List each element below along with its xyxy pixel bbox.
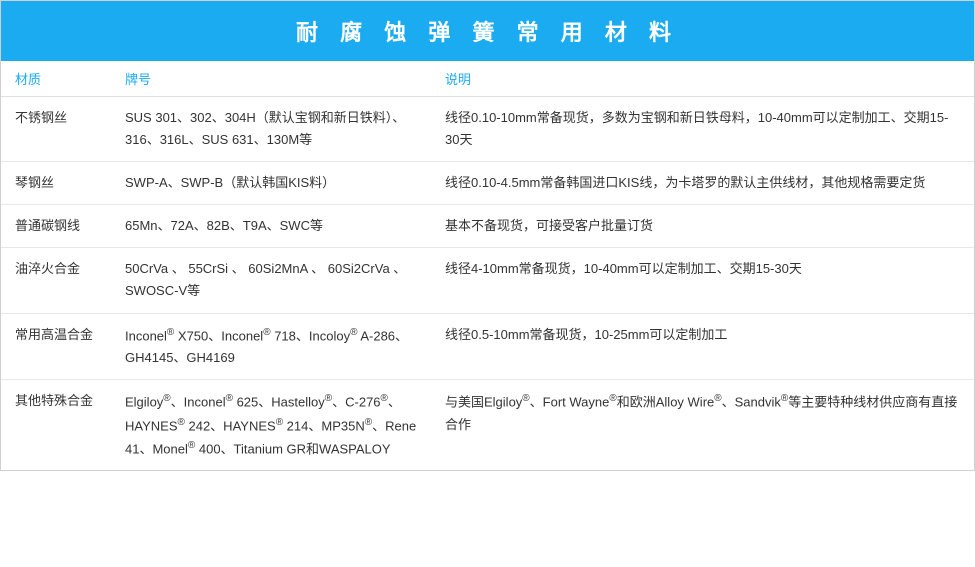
cell-brand: 50CrVa 、 55CrSi 、 60Si2MnA 、 60Si2CrVa 、… <box>111 248 431 313</box>
cell-description: 与美国Elgiloy®、Fort Wayne®和欧洲Alloy Wire®、Sa… <box>431 380 974 471</box>
col-header-brand: 牌号 <box>111 61 431 97</box>
col-header-material: 材质 <box>1 61 111 97</box>
cell-material: 油淬火合金 <box>1 248 111 313</box>
cell-description: 线径0.10-10mm常备现货，多数为宝钢和新日铁母料，10-40mm可以定制加… <box>431 97 974 162</box>
table-row: 普通碳钢线65Mn、72A、82B、T9A、SWC等基本不备现货，可接受客户批量… <box>1 205 974 248</box>
cell-brand: SWP-A、SWP-B（默认韩国KIS料） <box>111 162 431 205</box>
table-row: 不锈钢丝SUS 301、302、304H（默认宝钢和新日铁料）、316、316L… <box>1 97 974 162</box>
cell-brand: Inconel® X750、Inconel® 718、Incoloy® A-28… <box>111 313 431 380</box>
materials-table: 材质 牌号 说明 不锈钢丝SUS 301、302、304H（默认宝钢和新日铁料）… <box>1 61 974 470</box>
cell-material: 琴钢丝 <box>1 162 111 205</box>
table-row: 常用高温合金Inconel® X750、Inconel® 718、Incoloy… <box>1 313 974 380</box>
cell-material: 常用高温合金 <box>1 313 111 380</box>
cell-description: 基本不备现货，可接受客户批量订货 <box>431 205 974 248</box>
cell-brand: SUS 301、302、304H（默认宝钢和新日铁料）、316、316L、SUS… <box>111 97 431 162</box>
cell-brand: 65Mn、72A、82B、T9A、SWC等 <box>111 205 431 248</box>
col-header-description: 说明 <box>431 61 974 97</box>
cell-material: 不锈钢丝 <box>1 97 111 162</box>
cell-description: 线径0.10-4.5mm常备韩国进口KIS线，为卡塔罗的默认主供线材，其他规格需… <box>431 162 974 205</box>
table-row: 其他特殊合金Elgiloy®、Inconel® 625、Hastelloy®、C… <box>1 380 974 471</box>
cell-material: 普通碳钢线 <box>1 205 111 248</box>
main-container: 耐 腐 蚀 弹 簧 常 用 材 料 材质 牌号 说明 不锈钢丝SUS 301、3… <box>0 0 975 471</box>
table-row: 油淬火合金50CrVa 、 55CrSi 、 60Si2MnA 、 60Si2C… <box>1 248 974 313</box>
cell-brand: Elgiloy®、Inconel® 625、Hastelloy®、C-276®、… <box>111 380 431 471</box>
table-row: 琴钢丝SWP-A、SWP-B（默认韩国KIS料）线径0.10-4.5mm常备韩国… <box>1 162 974 205</box>
cell-material: 其他特殊合金 <box>1 380 111 471</box>
cell-description: 线径0.5-10mm常备现货，10-25mm可以定制加工 <box>431 313 974 380</box>
cell-description: 线径4-10mm常备现货，10-40mm可以定制加工、交期15-30天 <box>431 248 974 313</box>
page-title: 耐 腐 蚀 弹 簧 常 用 材 料 <box>1 1 974 61</box>
table-header-row: 材质 牌号 说明 <box>1 61 974 97</box>
